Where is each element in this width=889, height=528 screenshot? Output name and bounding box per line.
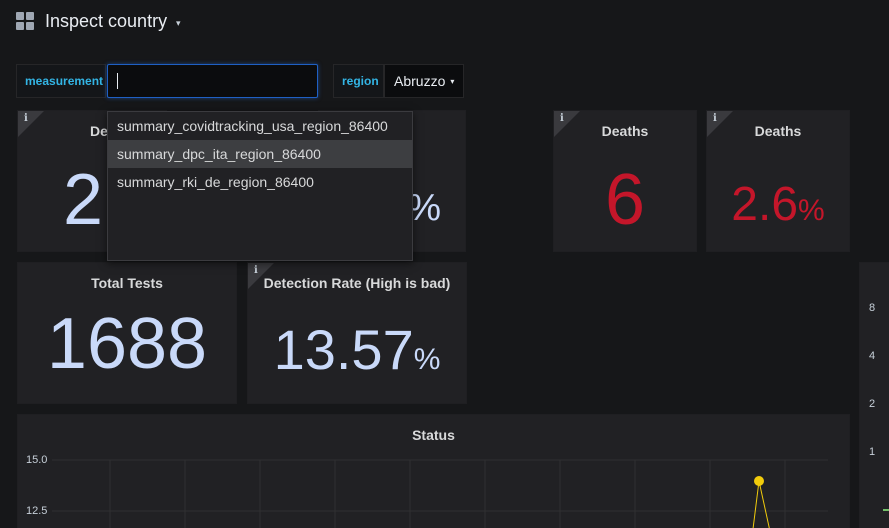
- y-tick-label: 8: [869, 302, 876, 314]
- measurement-input[interactable]: [107, 64, 318, 98]
- stat-panel-detection-rate: i Detection Rate (High is bad) 13.57%: [247, 262, 467, 404]
- stat-panel-deaths: i Deaths 6: [553, 110, 697, 252]
- panel-info-corner[interactable]: [18, 111, 44, 137]
- stat-unit: %: [413, 343, 441, 376]
- legend-series-marker: [883, 509, 889, 511]
- dashboard-grid-icon: [16, 12, 35, 31]
- status-chart-plot: [52, 459, 828, 528]
- dropdown-option[interactable]: summary_rki_de_region_86400: [108, 168, 412, 196]
- graph-panel-status: Status 15.0 12.5: [17, 414, 850, 528]
- stat-value: 2.6: [731, 178, 799, 231]
- measurement-variable-label: measurement: [16, 64, 106, 98]
- stat-panel-total-tests: Total Tests 1688: [17, 262, 237, 404]
- region-select[interactable]: Abruzzo ▾: [384, 64, 464, 98]
- y-tick-label: 1: [869, 446, 876, 458]
- region-select-value: Abruzzo: [394, 73, 446, 89]
- stat-value-wrap: 13.57%: [248, 317, 466, 382]
- region-variable-label: region: [333, 64, 384, 98]
- panel-title: Deaths: [754, 123, 802, 139]
- dashboard-header: Inspect country ▾: [0, 0, 889, 44]
- stat-value: 6: [604, 160, 646, 240]
- measurement-dropdown-menu: summary_covidtracking_usa_region_86400 s…: [107, 111, 413, 261]
- text-cursor: [117, 73, 118, 89]
- panel-title: Total Tests: [91, 275, 163, 291]
- stat-value: 1688: [46, 304, 208, 384]
- dropdown-option[interactable]: summary_covidtracking_usa_region_86400: [108, 112, 412, 140]
- dropdown-option-highlighted[interactable]: summary_dpc_ita_region_86400: [108, 140, 412, 168]
- stat-value-wrap: 2.6%: [707, 177, 849, 232]
- stat-unit: %: [798, 194, 825, 227]
- series-point[interactable]: [754, 476, 764, 486]
- panel-title: Detection Rate (High is bad): [263, 275, 451, 291]
- series-line-right: [758, 480, 770, 528]
- stat-value: 13.57: [273, 318, 414, 381]
- info-icon[interactable]: i: [24, 113, 28, 124]
- y-tick-label: 4: [869, 350, 876, 362]
- series-line-left: [752, 480, 760, 528]
- y-tick-label: 2: [869, 398, 876, 410]
- chevron-down-icon[interactable]: ▾: [176, 18, 181, 29]
- panel-title: Deaths: [601, 123, 649, 139]
- graph-panel-right: 8 4 2 1: [859, 262, 889, 528]
- stat-panel-deaths-rate: i Deaths 2.6%: [706, 110, 850, 252]
- chevron-down-icon: ▾: [450, 76, 455, 86]
- dashboard-title[interactable]: Inspect country: [45, 11, 167, 32]
- chart-grid: [52, 459, 828, 528]
